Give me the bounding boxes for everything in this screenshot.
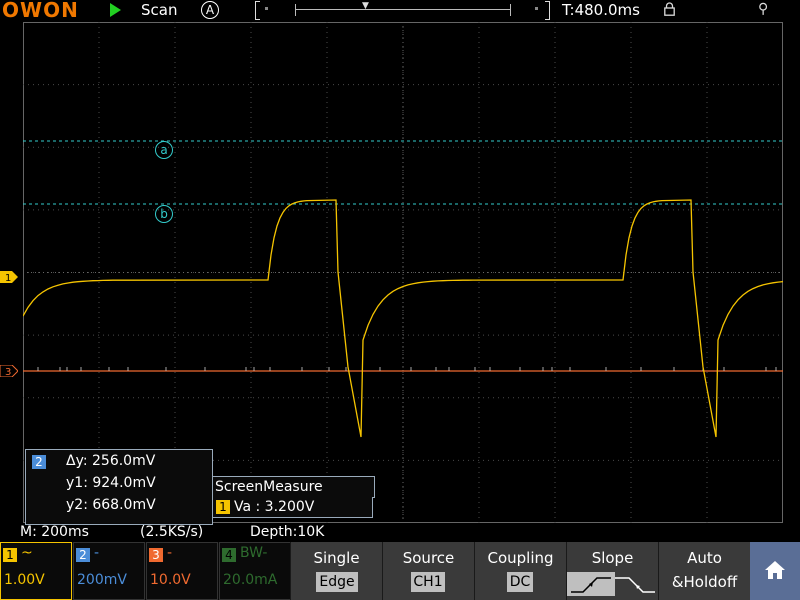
ch4-info-box[interactable]: 4 BW- 20.0mA [219,542,291,600]
holdoff-title: Auto [687,549,722,567]
bottom-menu-bar: 1 ~ 1.00V 2 - 200mV 3 - 10.0V 4 BW- 20.0… [0,542,800,600]
usb-icon: ⚲ [758,1,769,17]
ch3-coupling: - [167,545,173,561]
ch2-badge: 2 [76,548,90,562]
holdoff-value: &Holdoff [671,573,738,591]
top-status-bar: OWON Scan A ▼ T:480.0ms ⚲ [0,0,800,22]
ch3-scale: 10.0V [150,572,191,588]
acquisition-status-line: M: 200ms (2.5KS/s) Depth:10K [0,523,800,542]
trigger-slope-title: Slope [591,549,634,567]
measure-value: Va : 3.200V [234,499,315,515]
trigger-coupling-title: Coupling [487,549,554,567]
screen-measure-title: ScreenMeasure [212,476,375,498]
play-icon[interactable] [110,3,121,17]
trigger-slope-menu[interactable]: Slope [566,542,658,600]
falling-slope-icon [615,577,655,593]
acquisition-mode-icon: A [201,1,219,19]
ch1-info-box[interactable]: 1 ~ 1.00V [0,542,72,600]
trigger-coupling-menu[interactable]: Coupling DC [474,542,566,600]
cursor-delta-y: Δy: 256.0mV [66,453,156,469]
trigger-time-position: T:480.0ms [562,1,640,19]
cursor-y2: y2: 668.0mV [66,497,156,513]
trigger-type-title: Single [313,549,360,567]
trigger-type-menu[interactable]: Single Edge [290,542,382,600]
cursor-a-label[interactable]: a [155,141,173,159]
timebase-label: M: 200ms [20,524,89,540]
trigger-source-value: CH1 [411,572,445,592]
lock-icon [664,2,675,16]
ch4-badge: 4 [222,548,236,562]
owon-logo: OWON [2,0,79,22]
cursor-channel-badge: 2 [32,455,46,469]
ch2-coupling: - [94,545,100,561]
run-state-label: Scan [141,1,178,19]
ch3-level-marker-icon[interactable]: 3 [0,365,18,377]
ch3-info-box[interactable]: 3 - 10.0V [146,542,218,600]
slope-selector [567,572,655,596]
ch3-badge: 3 [149,548,163,562]
sample-rate-label: (2.5KS/s) [140,524,204,540]
ch1-badge: 1 [3,548,17,562]
svg-text:1: 1 [5,273,11,283]
trigger-type-value: Edge [316,572,358,592]
ch4-scale: 20.0mA [223,572,278,588]
ch2-info-box[interactable]: 2 - 200mV [73,542,145,600]
home-button[interactable] [750,542,800,600]
waveform-display[interactable] [23,22,783,523]
cursor-y1: y1: 924.0mV [66,475,156,491]
ch4-coupling: BW- [240,545,268,561]
ch1-coupling: ~ [21,545,33,561]
trigger-source-menu[interactable]: Source CH1 [382,542,474,600]
waveform-grid [23,22,783,523]
measure-channel-badge: 1 [216,500,230,514]
svg-text:3: 3 [5,367,11,377]
trigger-coupling-value: DC [507,572,533,592]
memory-position-bar: ▼ [255,1,550,20]
memory-depth-label: Depth:10K [250,524,325,540]
ch2-scale: 200mV [77,572,127,588]
cursor-b-label[interactable]: b [155,205,173,223]
trigger-source-title: Source [402,549,455,567]
ch1-scale: 1.00V [4,572,45,588]
cursor-measure-panel: 2 Δy: 256.0mV y1: 924.0mV y2: 668.0mV [25,449,213,525]
holdoff-menu[interactable]: Auto &Holdoff [658,542,750,600]
home-icon [765,561,785,579]
ch1-level-marker-icon[interactable]: 1 [0,271,18,283]
screen-measure-row: 1 Va : 3.200V [212,497,373,518]
trigger-position-marker-icon: ▼ [362,1,369,11]
